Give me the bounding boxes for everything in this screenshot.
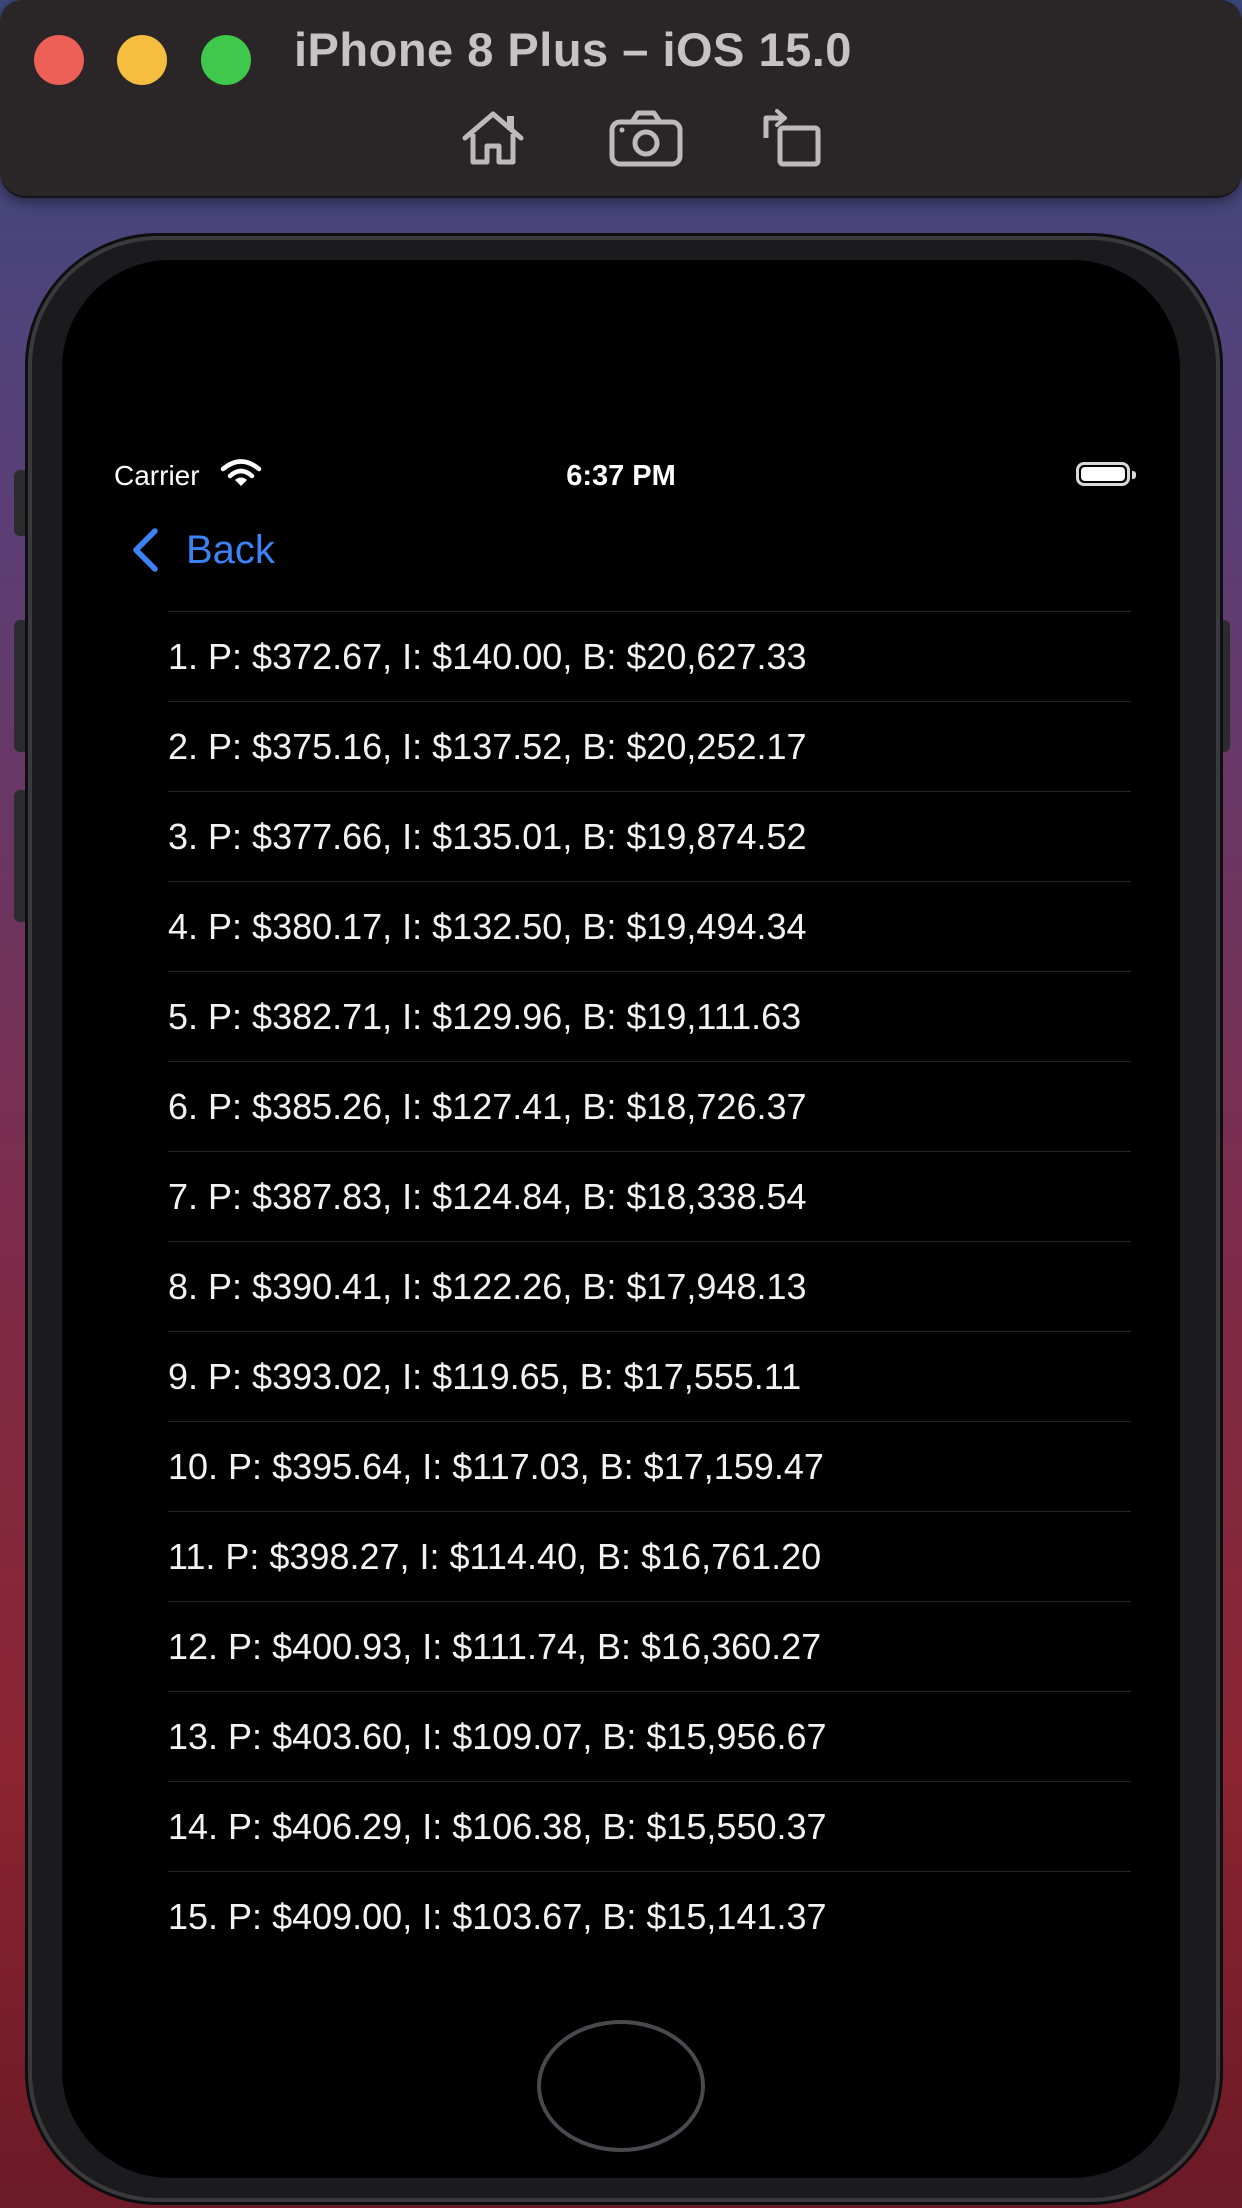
list-item[interactable]: 6. P: $385.26, I: $127.41, B: $18,726.37 — [168, 1061, 1131, 1151]
list-item[interactable]: 13. P: $403.60, I: $109.07, B: $15,956.6… — [168, 1691, 1131, 1781]
list-item[interactable]: 2. P: $375.16, I: $137.52, B: $20,252.17 — [168, 701, 1131, 791]
home-button[interactable] — [537, 2020, 705, 2152]
list-item[interactable]: 15. P: $409.00, I: $103.67, B: $15,141.3… — [168, 1871, 1131, 1958]
status-bar: Carrier 6:37 PM — [62, 450, 1180, 510]
zoom-window-button[interactable] — [201, 35, 251, 85]
home-icon[interactable] — [455, 108, 531, 168]
list-item[interactable]: 9. P: $393.02, I: $119.65, B: $17,555.11 — [168, 1331, 1131, 1421]
payment-schedule-list: 1. P: $372.67, I: $140.00, B: $20,627.33… — [168, 611, 1131, 1958]
list-item[interactable]: 5. P: $382.71, I: $129.96, B: $19,111.63 — [168, 971, 1131, 1061]
list-item[interactable]: 8. P: $390.41, I: $122.26, B: $17,948.13 — [168, 1241, 1131, 1331]
window-title: iPhone 8 Plus – iOS 15.0 — [294, 23, 852, 76]
list-item[interactable]: 7. P: $387.83, I: $124.84, B: $18,338.54 — [168, 1151, 1131, 1241]
back-button[interactable]: Back — [128, 520, 275, 580]
minimize-window-button[interactable] — [117, 35, 167, 85]
battery-icon — [1076, 462, 1136, 486]
list-item[interactable]: 1. P: $372.67, I: $140.00, B: $20,627.33 — [168, 611, 1131, 701]
back-button-label: Back — [186, 527, 275, 572]
simulator-title-bar: iPhone 8 Plus – iOS 15.0 — [0, 0, 1242, 198]
list-item[interactable]: 11. P: $398.27, I: $114.40, B: $16,761.2… — [168, 1511, 1131, 1601]
status-time: 6:37 PM — [566, 460, 676, 492]
list-item[interactable]: 3. P: $377.66, I: $135.01, B: $19,874.52 — [168, 791, 1131, 881]
list-item[interactable]: 14. P: $406.29, I: $106.38, B: $15,550.3… — [168, 1781, 1131, 1871]
close-window-button[interactable] — [34, 35, 84, 85]
chevron-left-icon — [133, 528, 158, 572]
list-item[interactable]: 10. P: $395.64, I: $117.03, B: $17,159.4… — [168, 1421, 1131, 1511]
list-item[interactable]: 4. P: $380.17, I: $132.50, B: $19,494.34 — [168, 881, 1131, 971]
screenshot-icon[interactable] — [608, 108, 684, 168]
list-item[interactable]: 12. P: $400.93, I: $111.74, B: $16,360.2… — [168, 1601, 1131, 1691]
rotate-icon[interactable] — [758, 108, 834, 168]
device-screen: Carrier 6:37 PM Back 1. P: $372.67, I: $… — [62, 428, 1180, 1958]
